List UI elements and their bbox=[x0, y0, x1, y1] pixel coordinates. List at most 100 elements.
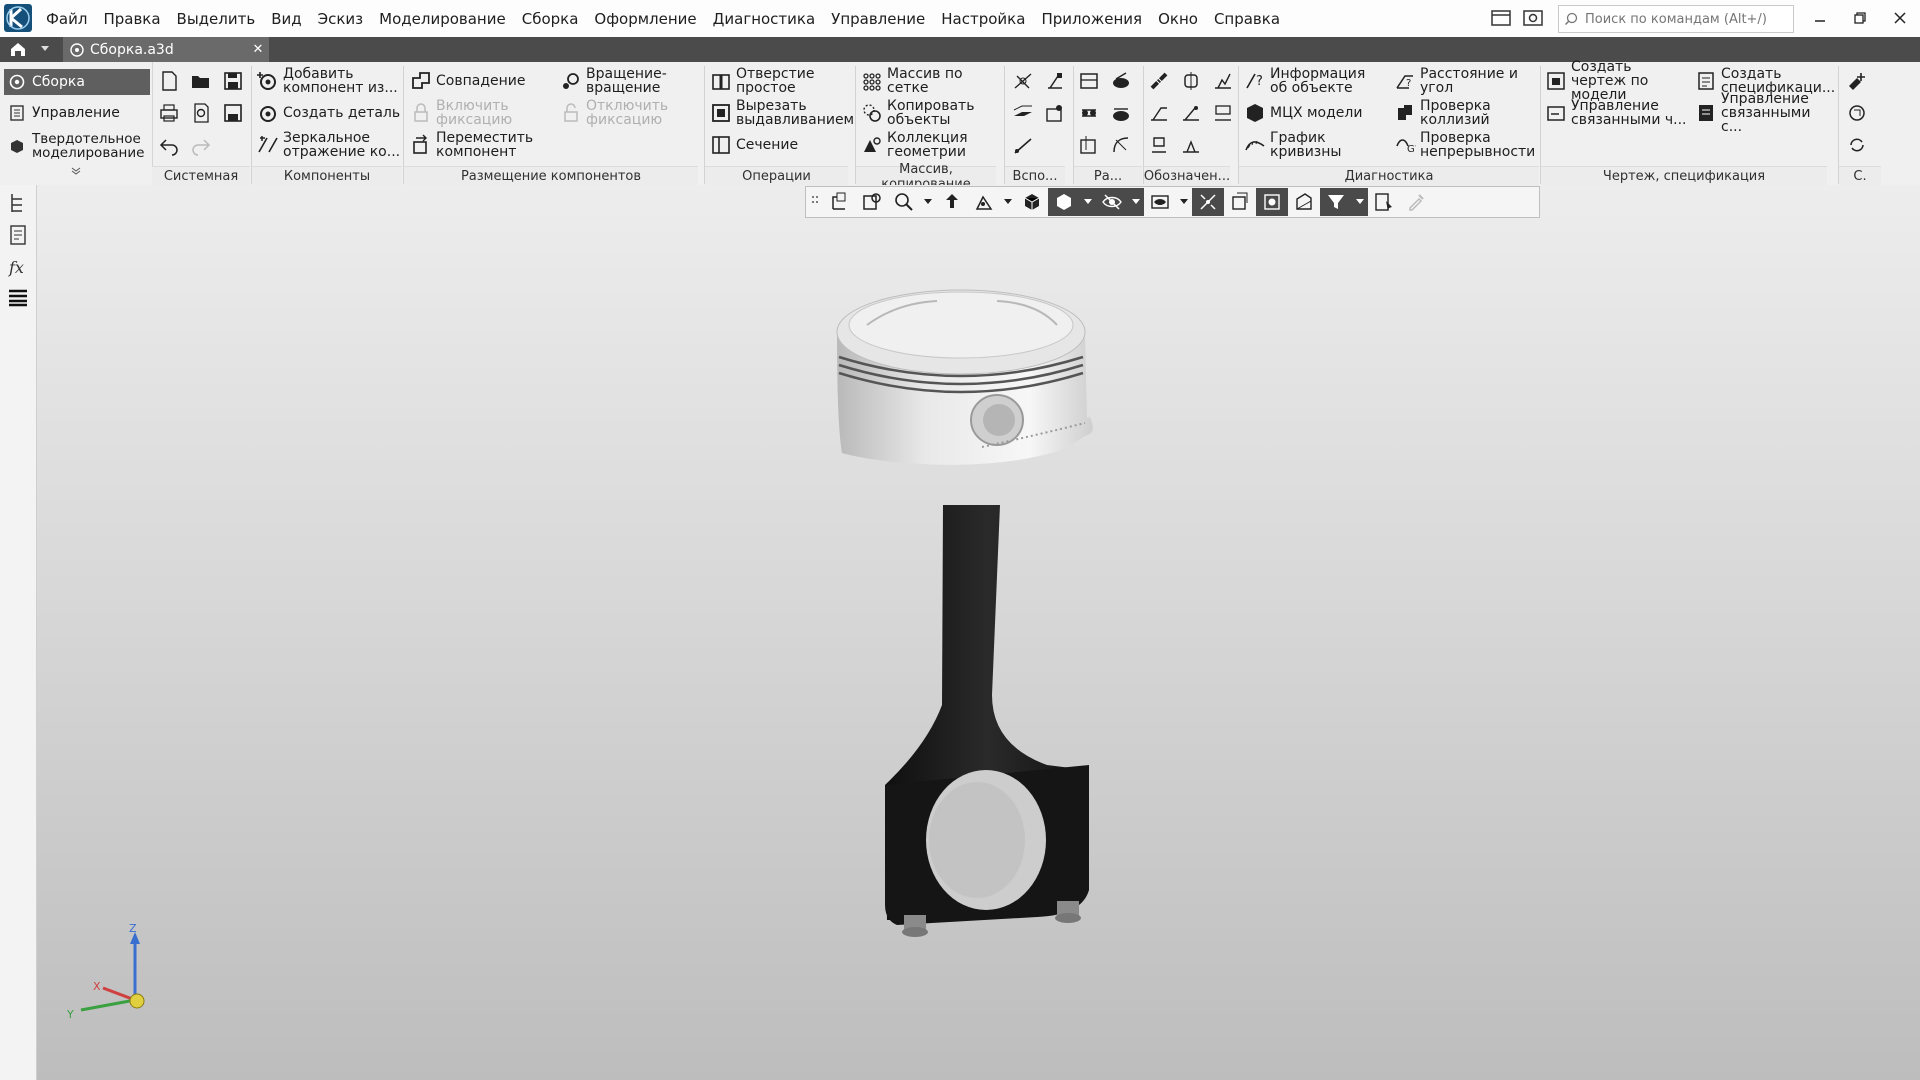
move-component-button[interactable]: Переместить компонент bbox=[410, 131, 550, 159]
designation-position-icon[interactable] bbox=[1180, 102, 1202, 124]
redo-icon[interactable] bbox=[190, 134, 212, 156]
mode-solid-modeling[interactable]: Твердотельное моделирование bbox=[4, 130, 150, 162]
model-tree-icon[interactable] bbox=[6, 191, 30, 215]
diameter-icon[interactable] bbox=[1110, 70, 1132, 92]
zoom-dropdown-icon[interactable] bbox=[920, 188, 936, 216]
coincidence-button[interactable]: Совпадение bbox=[410, 68, 550, 94]
variables-fx-icon[interactable]: fx bbox=[6, 255, 30, 279]
zoom-icon[interactable] bbox=[888, 188, 920, 216]
extra-add-icon[interactable] bbox=[1846, 70, 1868, 92]
menu-window[interactable]: Окно bbox=[1150, 10, 1206, 28]
app-logo-icon[interactable] bbox=[4, 4, 32, 32]
manage-linked-specs-button[interactable]: Управление связанными с... bbox=[1695, 92, 1835, 134]
menu-help[interactable]: Справка bbox=[1206, 10, 1288, 28]
create-part-button[interactable]: Создать деталь bbox=[257, 100, 407, 126]
home-icon[interactable] bbox=[8, 40, 28, 58]
menu-view[interactable]: Вид bbox=[263, 10, 309, 28]
arc-size-icon[interactable] bbox=[1110, 134, 1132, 156]
settings-window-icon[interactable] bbox=[1522, 8, 1544, 28]
designation-base-icon[interactable] bbox=[1180, 70, 1202, 92]
mode-management[interactable]: Управление bbox=[4, 100, 150, 126]
menu-applications[interactable]: Приложения bbox=[1033, 10, 1150, 28]
print-icon[interactable] bbox=[158, 102, 180, 124]
aux-axis-icon[interactable] bbox=[1044, 70, 1066, 92]
disable-fix-button[interactable]: Отключить фиксацию bbox=[560, 99, 700, 127]
add-component-button[interactable]: Добавить компонент из... bbox=[257, 67, 407, 95]
extrude-cut-button[interactable]: Вырезать выдавливанием bbox=[710, 99, 855, 127]
curvature-graph-button[interactable]: График кривизны bbox=[1244, 131, 1384, 159]
layout-toggle-icon[interactable] bbox=[1490, 8, 1512, 28]
section-button[interactable]: Сечение bbox=[710, 132, 850, 158]
piston-rod-model[interactable] bbox=[37, 185, 1920, 1080]
view-orientation-cube-icon[interactable] bbox=[1016, 188, 1048, 216]
zoom-window-icon[interactable] bbox=[856, 188, 888, 216]
show-dropdown-icon[interactable] bbox=[1176, 188, 1192, 216]
tab-list-dropdown-icon[interactable] bbox=[40, 45, 50, 53]
menu-sketch[interactable]: Эскиз bbox=[310, 10, 372, 28]
simple-hole-button[interactable]: Отверстие простое bbox=[710, 67, 850, 95]
rotate-view-icon[interactable] bbox=[968, 188, 1000, 216]
expand-modes-icon[interactable] bbox=[70, 166, 82, 176]
designation-roughness-icon[interactable] bbox=[1212, 70, 1234, 92]
designation-thread-icon[interactable] bbox=[1148, 70, 1170, 92]
linear-size-icon[interactable] bbox=[1078, 134, 1100, 156]
menu-modeling[interactable]: Моделирование bbox=[371, 10, 514, 28]
pipette-icon[interactable] bbox=[1400, 188, 1432, 216]
mode-assembly[interactable]: Сборка bbox=[4, 69, 150, 95]
grid-array-button[interactable]: Массив по сетке bbox=[861, 67, 991, 95]
show-hidden-icon[interactable] bbox=[1144, 188, 1176, 216]
restore-button[interactable] bbox=[1840, 4, 1880, 32]
undo-icon[interactable] bbox=[158, 134, 180, 156]
manage-linked-drawings-button[interactable]: Управление связанными ч... bbox=[1545, 99, 1695, 127]
display-mode-dropdown-icon[interactable] bbox=[1080, 188, 1096, 216]
menu-edit[interactable]: Правка bbox=[95, 10, 168, 28]
extra-refresh-icon[interactable] bbox=[1846, 134, 1868, 156]
mass-properties-button[interactable]: МЦХ модели bbox=[1244, 100, 1384, 126]
filter-icon[interactable] bbox=[1320, 188, 1352, 216]
layers-icon[interactable] bbox=[6, 285, 30, 309]
designation-tolerance-icon[interactable] bbox=[1212, 102, 1234, 124]
distance-angle-button[interactable]: ? Расстояние и угол bbox=[1394, 67, 1534, 95]
3d-viewport[interactable]: Z X Y bbox=[37, 185, 1920, 1080]
tab-assembly-document[interactable]: Сборка.a3d bbox=[63, 37, 269, 62]
collision-check-button[interactable]: Проверка коллизий bbox=[1394, 99, 1534, 127]
menu-settings[interactable]: Настройка bbox=[933, 10, 1033, 28]
search-input[interactable] bbox=[1583, 10, 1787, 28]
save-icon[interactable] bbox=[222, 70, 244, 92]
close-tab-icon[interactable]: ✕ bbox=[247, 37, 269, 62]
geometry-collection-button[interactable]: Коллекция геометрии bbox=[861, 131, 991, 159]
save-as-icon[interactable] bbox=[222, 102, 244, 124]
close-window-button[interactable] bbox=[1880, 4, 1920, 32]
menu-design[interactable]: Оформление bbox=[586, 10, 704, 28]
menu-file[interactable]: Файл bbox=[38, 10, 95, 28]
minimize-button[interactable] bbox=[1800, 4, 1840, 32]
angular-size-icon[interactable] bbox=[1110, 102, 1132, 124]
menu-assembly[interactable]: Сборка bbox=[514, 10, 587, 28]
open-document-icon[interactable] bbox=[190, 70, 212, 92]
new-document-icon[interactable] bbox=[158, 70, 180, 92]
radial-size-icon[interactable] bbox=[1078, 102, 1100, 124]
render-settings-icon[interactable] bbox=[1288, 188, 1320, 216]
extra-replace-icon[interactable] bbox=[1846, 102, 1868, 124]
toolbar-grip-icon[interactable] bbox=[806, 188, 824, 216]
copy-objects-button[interactable]: Копировать объекты bbox=[861, 99, 991, 127]
zoom-fit-icon[interactable] bbox=[824, 188, 856, 216]
enable-fix-button[interactable]: Включить фиксацию bbox=[410, 99, 550, 127]
section-view-icon[interactable] bbox=[1192, 188, 1224, 216]
aux-plane-icon[interactable] bbox=[1012, 70, 1034, 92]
rotation-rotation-button[interactable]: Вращение-вращение bbox=[560, 67, 700, 95]
object-info-button[interactable]: ? Информация об объекте bbox=[1244, 67, 1384, 95]
menu-diagnostics[interactable]: Диагностика bbox=[705, 10, 824, 28]
aux-line-icon[interactable] bbox=[1012, 134, 1034, 156]
continuity-check-button[interactable]: G? Проверка непрерывности bbox=[1394, 131, 1539, 159]
filter-dropdown-icon[interactable] bbox=[1352, 188, 1368, 216]
size-icon[interactable] bbox=[1078, 70, 1100, 92]
designation-marking-icon[interactable] bbox=[1148, 134, 1170, 156]
perspective-icon[interactable] bbox=[1224, 188, 1256, 216]
aux-point-icon[interactable] bbox=[1044, 102, 1066, 124]
light-settings-icon[interactable] bbox=[1256, 188, 1288, 216]
display-mode-shaded-icon[interactable] bbox=[1048, 188, 1080, 216]
mirror-component-button[interactable]: Зеркальное отражение ко... bbox=[257, 131, 407, 159]
menu-management[interactable]: Управление bbox=[823, 10, 933, 28]
orientation-triad[interactable]: Z X Y bbox=[63, 920, 153, 1030]
